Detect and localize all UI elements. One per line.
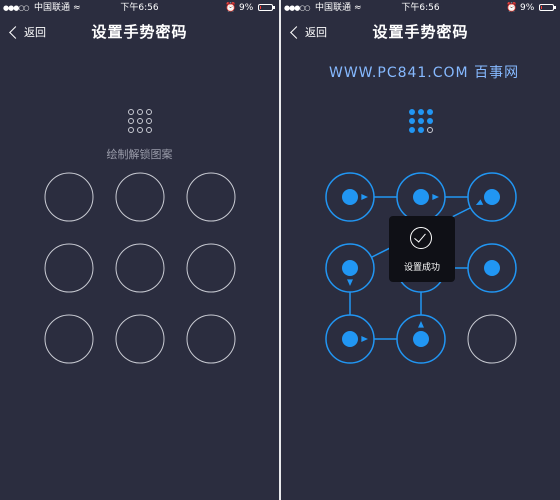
pattern-node[interactable] [44, 243, 94, 293]
toast-message: 设置成功 [403, 263, 440, 273]
pattern-node-dot[interactable] [484, 260, 500, 276]
pattern-node-dot[interactable] [484, 189, 500, 205]
pattern-node-dot[interactable] [413, 331, 429, 347]
pattern-node[interactable] [186, 243, 236, 293]
pattern-node[interactable] [115, 243, 165, 293]
pattern-node[interactable] [186, 314, 236, 364]
left-screen: ●●●○○ 中国联通 ≈ 下午6:56 ⏰ 9% 设置手势密码 返回 绘制解锁图… [0, 0, 279, 500]
success-toast: 设置成功 [389, 216, 455, 282]
pattern-node[interactable] [467, 314, 517, 364]
right-screen: ●●●○○ 中国联通 ≈ 下午6:56 ⏰ 9% 设置手势密码 返回 WWW.P… [281, 0, 560, 500]
pattern-node[interactable] [44, 314, 94, 364]
pattern-node[interactable] [44, 172, 94, 222]
pattern-node-dot[interactable] [342, 331, 358, 347]
pattern-node[interactable] [115, 314, 165, 364]
pattern-node-dot[interactable] [413, 189, 429, 205]
pattern-grid[interactable] [0, 0, 279, 500]
check-mark-icon [414, 230, 426, 243]
pattern-node-dot[interactable] [342, 260, 358, 276]
pattern-node-dot[interactable] [342, 189, 358, 205]
pattern-node[interactable] [115, 172, 165, 222]
check-circle-icon [410, 227, 432, 249]
pattern-node[interactable] [186, 172, 236, 222]
